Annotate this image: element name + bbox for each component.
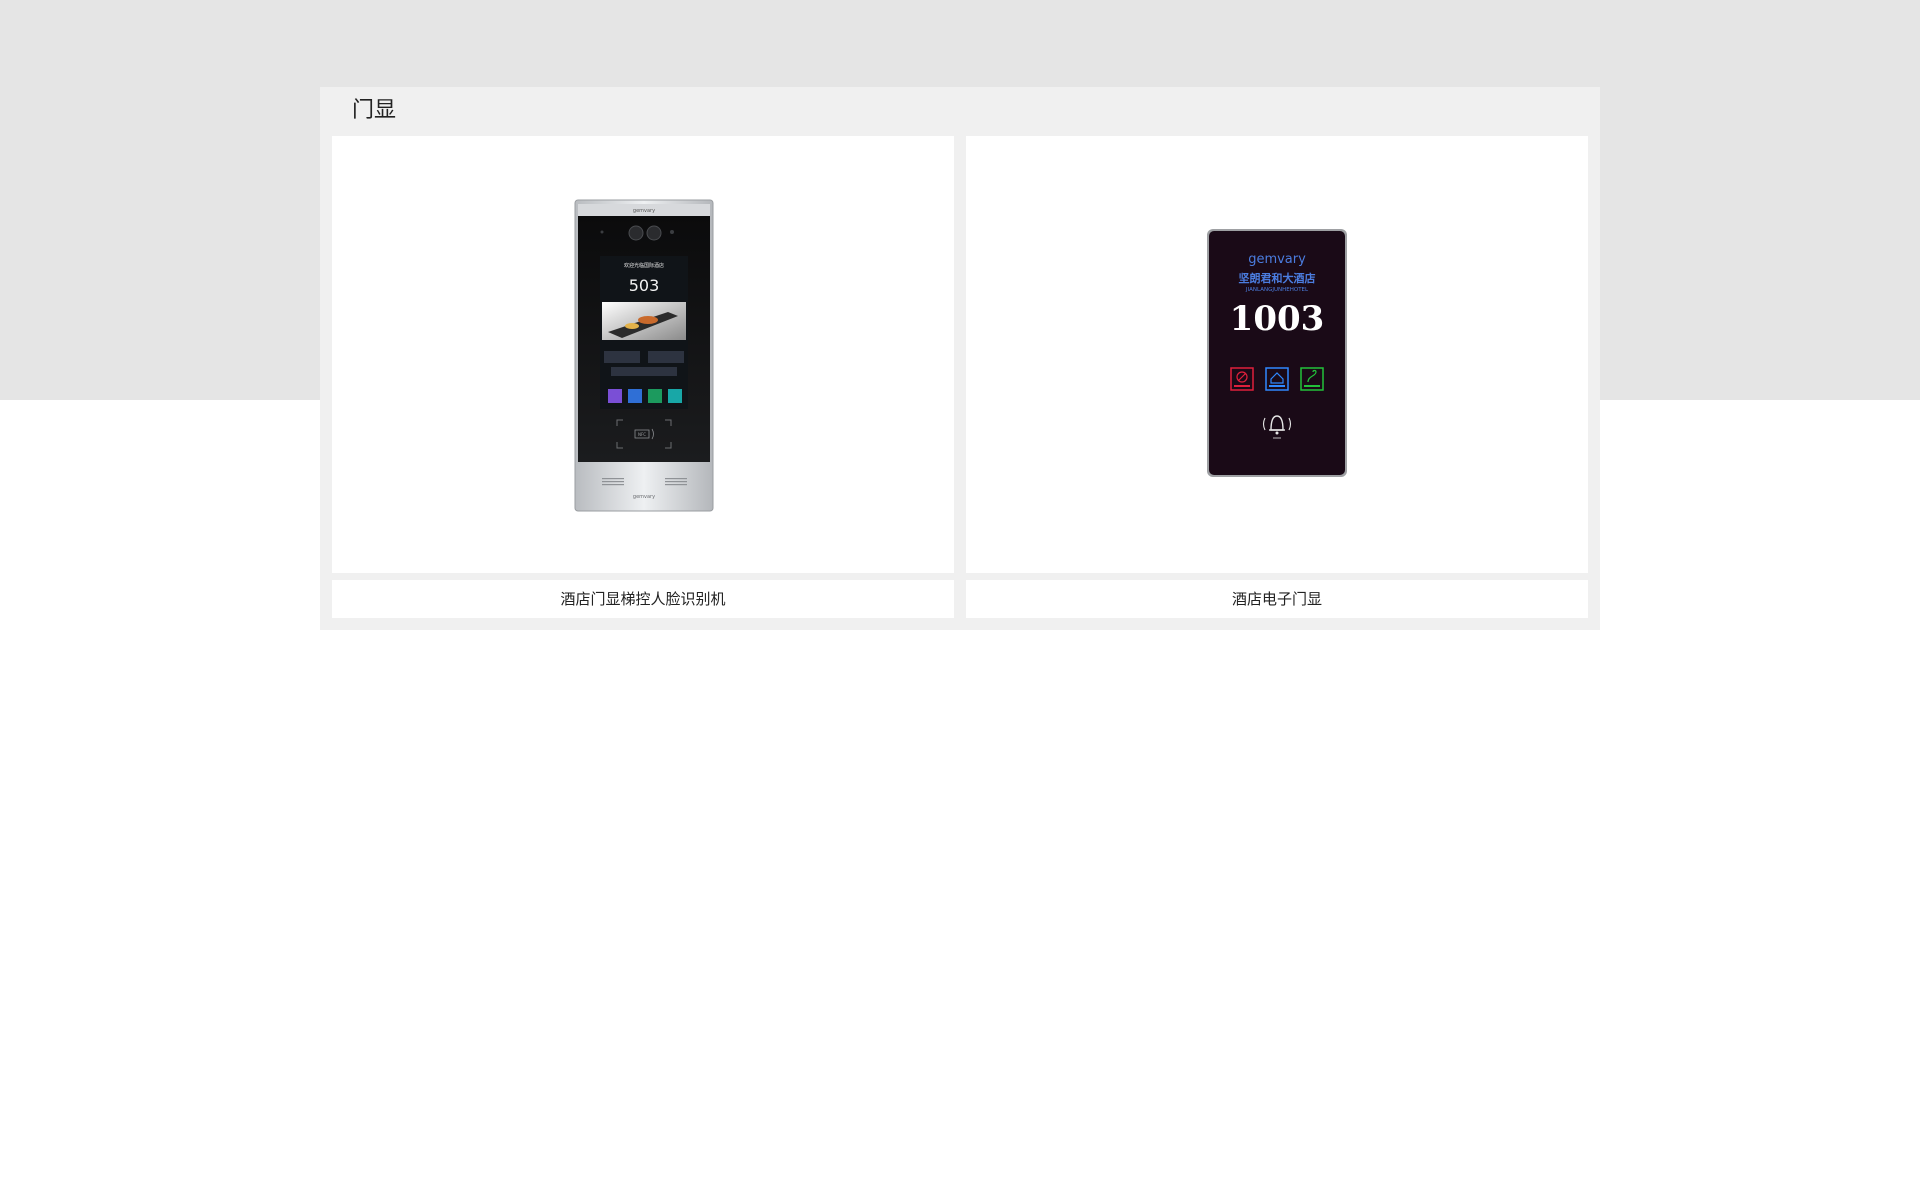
electronic-door-plate-image: gemvary 坚朗君和大酒店 JIANLANGJUNHEHOTEL 1003 — [1207, 229, 1347, 477]
nfc-label: NFC — [638, 432, 646, 437]
product-card-image-door-plate[interactable]: gemvary 坚朗君和大酒店 JIANLANGJUNHEHOTEL 1003 — [966, 136, 1588, 573]
plate-room-number: 1003 — [1230, 299, 1325, 339]
product-name-door-plate[interactable]: 酒店电子门显 — [966, 580, 1588, 618]
product-card-image-face-terminal[interactable]: gemvary 欢迎光临国际酒店 503 NFC gemvary — [332, 136, 954, 573]
section-title: 门显 — [352, 98, 397, 123]
device-brand-bottom: gemvary — [633, 494, 655, 500]
device-brand-top: gemvary — [633, 208, 655, 214]
plate-brand: gemvary — [1248, 252, 1306, 267]
product-name-face-terminal[interactable]: 酒店门显梯控人脸识别机 — [332, 580, 954, 618]
plate-hotel-name-en: JIANLANGJUNHEHOTEL — [1245, 287, 1309, 293]
face-recognition-terminal-image: gemvary 欢迎光临国际酒店 503 NFC gemvary — [574, 199, 714, 512]
screen-room-number: 503 — [629, 276, 660, 295]
door-display-section: 门显 gemvary 欢迎光临国际酒店 503 NFC gemvary 酒店门显… — [320, 87, 1600, 630]
screen-welcome-text: 欢迎光临国际酒店 — [624, 262, 664, 269]
plate-hotel-name: 坚朗君和大酒店 — [1239, 271, 1316, 285]
